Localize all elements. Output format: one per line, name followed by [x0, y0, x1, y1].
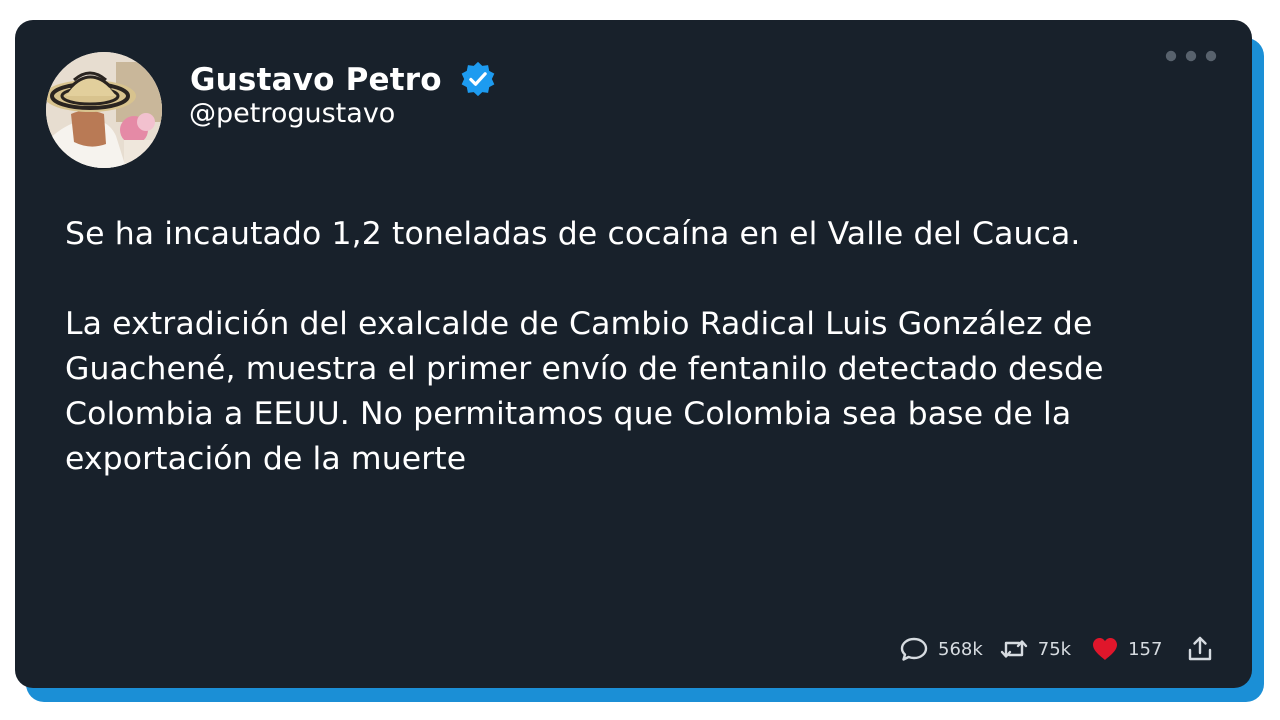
share-icon: [1189, 636, 1212, 661]
avatar[interactable]: [46, 52, 162, 168]
retweet-button[interactable]: 75k: [999, 635, 1071, 663]
tweet-paragraph: Se ha incautado 1,2 toneladas de cocaína…: [65, 216, 1081, 252]
like-button[interactable]: 157: [1091, 636, 1162, 662]
tweet-paragraph: La extradición del exalcalde de Cambio R…: [65, 306, 1104, 477]
stage: Gustavo Petro @petrogustavo Se ha incaut…: [0, 0, 1280, 720]
display-name[interactable]: Gustavo Petro: [190, 62, 442, 98]
retweet-icon: [1000, 640, 1027, 658]
handle[interactable]: @petrogustavo: [189, 98, 395, 129]
share-button[interactable]: [1186, 635, 1214, 663]
comment-icon: [900, 637, 928, 661]
heart-icon: [1093, 638, 1118, 660]
like-count: 157: [1128, 638, 1163, 660]
retweet-count: 75k: [1037, 638, 1072, 660]
avatar-photo: [46, 52, 162, 168]
tweet-card: Gustavo Petro @petrogustavo Se ha incaut…: [15, 20, 1252, 688]
tweet-text: Se ha incautado 1,2 toneladas de cocaína…: [65, 212, 1215, 482]
reply-count: 568k: [938, 638, 983, 660]
reply-button[interactable]: 568k: [899, 635, 983, 663]
verified-badge-icon: [461, 61, 495, 97]
action-bar: 568k 75k 157: [899, 634, 1214, 664]
more-options-icon[interactable]: [1161, 46, 1221, 66]
